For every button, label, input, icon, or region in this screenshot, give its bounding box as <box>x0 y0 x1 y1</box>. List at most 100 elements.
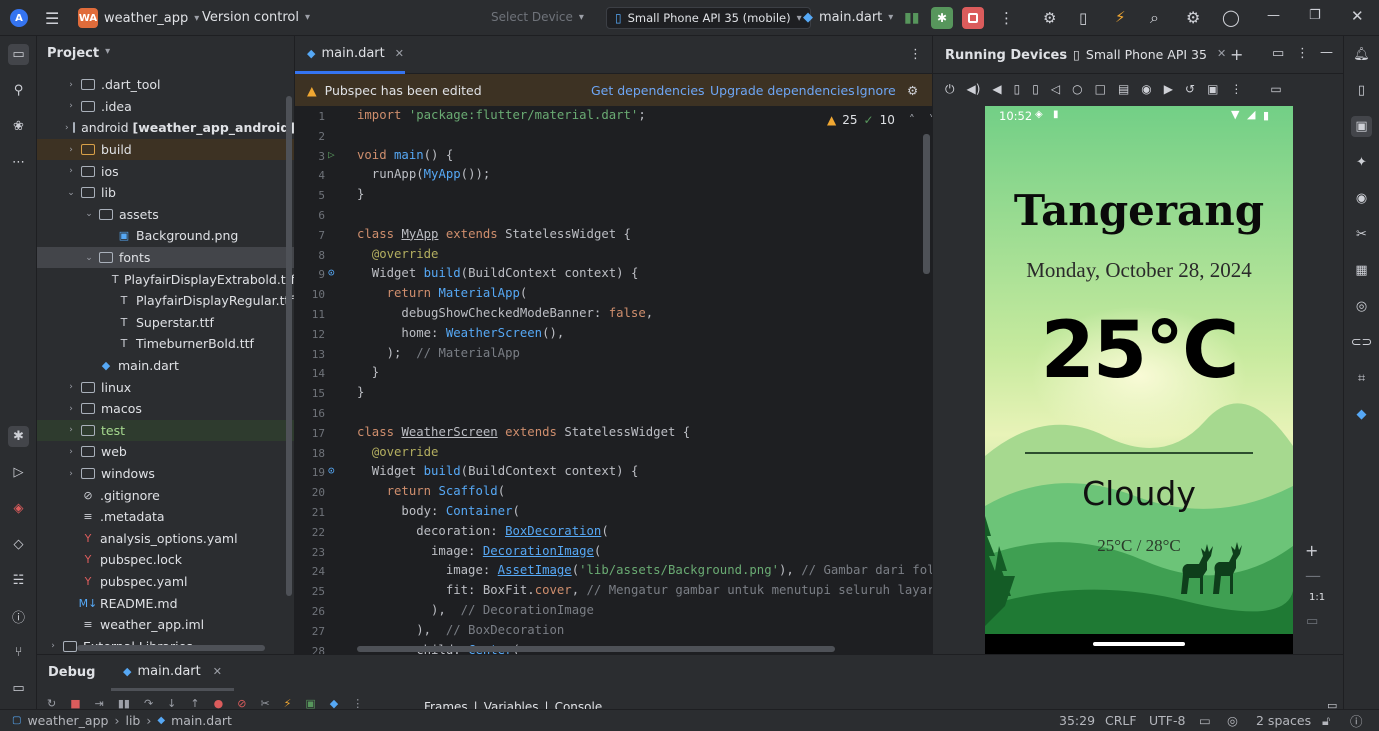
stop-button[interactable] <box>962 7 984 29</box>
chevron-right-icon[interactable]: › <box>65 101 77 111</box>
emulator-icon[interactable]: ◎ <box>1351 296 1372 317</box>
gemini-icon[interactable]: ✦ <box>1351 152 1372 173</box>
tree-item[interactable]: Yanalysis_options.yaml <box>37 528 294 550</box>
device-file-icon[interactable]: ▯ <box>1351 80 1372 101</box>
running-devices-icon[interactable]: ▣ <box>1351 116 1372 137</box>
screenshot-icon[interactable]: ◉ <box>1141 82 1151 96</box>
phone-screen[interactable]: 10:52 ◈ ▮ ▼ ◢ ▮ Tangerang Monday, Octobe… <box>985 106 1293 654</box>
tree-item[interactable]: T PlayfairDisplayExtrabold.ttf <box>37 268 294 290</box>
hide-panel-icon[interactable]: — <box>1320 45 1333 60</box>
more-vertical-icon[interactable]: ⋮ <box>1296 46 1309 61</box>
logcat-icon[interactable]: ☵ <box>8 570 29 591</box>
line-separator[interactable]: CRLF <box>1105 713 1137 728</box>
code-line[interactable]: runApp(MyApp()); <box>357 167 491 181</box>
debug-tab-main-dart[interactable]: ◆ main.dart ✕ <box>111 655 234 691</box>
inspector-icon[interactable]: ⌗ <box>1351 368 1372 389</box>
code-line[interactable]: class WeatherScreen extends StatelessWid… <box>357 425 690 439</box>
git-icon[interactable]: ⑂ <box>8 642 29 663</box>
volume-up-icon[interactable]: ◀) <box>967 82 981 96</box>
tools-icon[interactable]: ✂ <box>1351 224 1372 245</box>
code-line[interactable]: decoration: BoxDecoration( <box>357 524 609 538</box>
device-tab[interactable]: ▯ Small Phone API 35 ✕ <box>1073 47 1226 62</box>
inspection-widget[interactable]: ▲25 ✓10 ˄ ˅ <box>827 113 935 127</box>
more-tools-icon[interactable]: ⋯ <box>8 152 29 173</box>
chevron-down-icon[interactable]: ⌄ <box>65 188 77 198</box>
settings-gear-icon[interactable]: ⚙ <box>1186 8 1200 27</box>
chevron-down-icon[interactable]: ⌄ <box>83 253 95 263</box>
structure-icon[interactable]: ⚲ <box>8 80 29 101</box>
breadcrumb-project[interactable]: weather_app <box>27 713 108 728</box>
chevron-right-icon[interactable]: › <box>65 447 77 457</box>
override-gutter-icon[interactable]: ⊙ <box>328 266 335 279</box>
tree-item[interactable]: ⌄ lib <box>37 182 294 204</box>
reset-icon[interactable]: ↺ <box>1185 82 1195 96</box>
debug-button[interactable]: ✱ <box>931 7 953 29</box>
hamburger-menu-icon[interactable]: ☰ <box>45 9 59 28</box>
close-icon[interactable]: ✕ <box>1351 7 1364 25</box>
tree-item[interactable]: › build <box>37 138 294 161</box>
zoom-in-icon[interactable]: + <box>1305 541 1318 560</box>
tree-item[interactable]: › test <box>37 419 294 442</box>
code-line[interactable]: } <box>357 365 379 379</box>
rotate-left-icon[interactable]: ▯ <box>1014 82 1021 96</box>
code-line[interactable]: @override <box>357 247 439 261</box>
read-only-icon[interactable]: ▭ <box>1199 713 1211 728</box>
fit-screen-icon[interactable]: ▭ <box>1306 614 1318 629</box>
problems-icon[interactable]: ⓘ <box>8 606 29 627</box>
tree-item[interactable]: T Superstar.ttf <box>37 312 294 334</box>
tree-scrollbar[interactable] <box>286 96 292 596</box>
settings-gear-icon[interactable]: ⚙ <box>907 83 918 98</box>
home-icon[interactable]: ○ <box>1072 82 1082 96</box>
layout-inspector-icon[interactable]: ▦ <box>1351 260 1372 281</box>
tree-item[interactable]: ≡ weather_app.iml <box>37 614 294 636</box>
run-icon[interactable]: ▷ <box>8 462 29 483</box>
tree-item[interactable]: › windows <box>37 463 294 485</box>
hot-reload-icon[interactable]: ▮▮ <box>904 10 919 26</box>
chevron-right-icon[interactable]: › <box>65 123 69 133</box>
run-gutter-icon[interactable]: ▷ <box>328 148 335 161</box>
tree-item[interactable]: › .idea <box>37 96 294 118</box>
upgrade-dependencies-link[interactable]: Upgrade dependencies <box>710 83 855 98</box>
get-dependencies-link[interactable]: Get dependencies <box>591 83 705 98</box>
android-studio-logo-icon[interactable]: A <box>10 9 28 27</box>
chevron-right-icon[interactable]: › <box>65 166 77 176</box>
flutter-inspector-icon[interactable]: ◆ <box>1351 404 1372 425</box>
editor-h-scrollbar[interactable] <box>357 646 835 652</box>
record-icon[interactable]: ▶ <box>1164 82 1173 96</box>
device-selector[interactable]: ▯ Small Phone API 35 (mobile) ▾ <box>606 7 811 29</box>
chevron-right-icon[interactable]: › <box>65 382 77 392</box>
tree-item[interactable]: ⌄ assets <box>37 204 294 226</box>
override-gutter-icon[interactable]: ⊙ <box>328 464 335 477</box>
plugin-icon[interactable]: ⚙ <box>1043 9 1056 27</box>
select-device-dropdown[interactable]: Select Device ▾ <box>491 10 584 24</box>
code-line[interactable]: fit: BoxFit.cover, // Mengatur gambar un… <box>357 583 935 597</box>
code-line[interactable]: import 'package:flutter/material.dart'; <box>357 108 646 122</box>
file-encoding[interactable]: UTF-8 <box>1149 713 1185 728</box>
chevron-right-icon[interactable]: › <box>65 425 77 435</box>
project-panel-header[interactable]: Project ▾ <box>47 46 110 61</box>
tree-item[interactable]: › android [weather_app_android] <box>37 117 294 139</box>
tree-item[interactable]: ▣ Background.png <box>37 225 294 247</box>
tree-item[interactable]: › linux <box>37 376 294 398</box>
tree-item[interactable]: T TimeburnerBold.ttf <box>37 333 294 355</box>
zoom-actual-size[interactable]: 1:1 <box>1309 592 1325 603</box>
device-manager-icon[interactable]: ▯ <box>1079 9 1087 27</box>
editor-v-scrollbar[interactable] <box>923 134 930 274</box>
code-line[interactable]: void main() { <box>357 148 453 162</box>
volume-down-icon[interactable]: ◀ <box>992 82 1001 96</box>
tree-item[interactable]: › ios <box>37 160 294 182</box>
code-line[interactable]: } <box>357 385 364 399</box>
project-folder-icon[interactable]: ▭ <box>8 44 29 65</box>
close-tab-icon[interactable]: ✕ <box>395 47 404 60</box>
chevron-up-icon[interactable]: ˄ <box>909 113 915 127</box>
account-icon[interactable]: ◯ <box>1222 8 1240 27</box>
code-line[interactable]: } <box>357 187 364 201</box>
chevron-down-icon[interactable]: ⌄ <box>83 209 95 219</box>
app-quality-icon[interactable]: ◇ <box>8 534 29 555</box>
chevron-right-icon[interactable]: › <box>47 641 59 651</box>
profiler-icon[interactable]: ◈ <box>8 498 29 519</box>
copilot-icon[interactable]: ◉ <box>1351 188 1372 209</box>
mirror-icon[interactable]: ▭ <box>1270 82 1281 96</box>
layout-icon[interactable]: ▭ <box>1272 46 1284 61</box>
resource-manager-icon[interactable]: ❀ <box>8 116 29 137</box>
